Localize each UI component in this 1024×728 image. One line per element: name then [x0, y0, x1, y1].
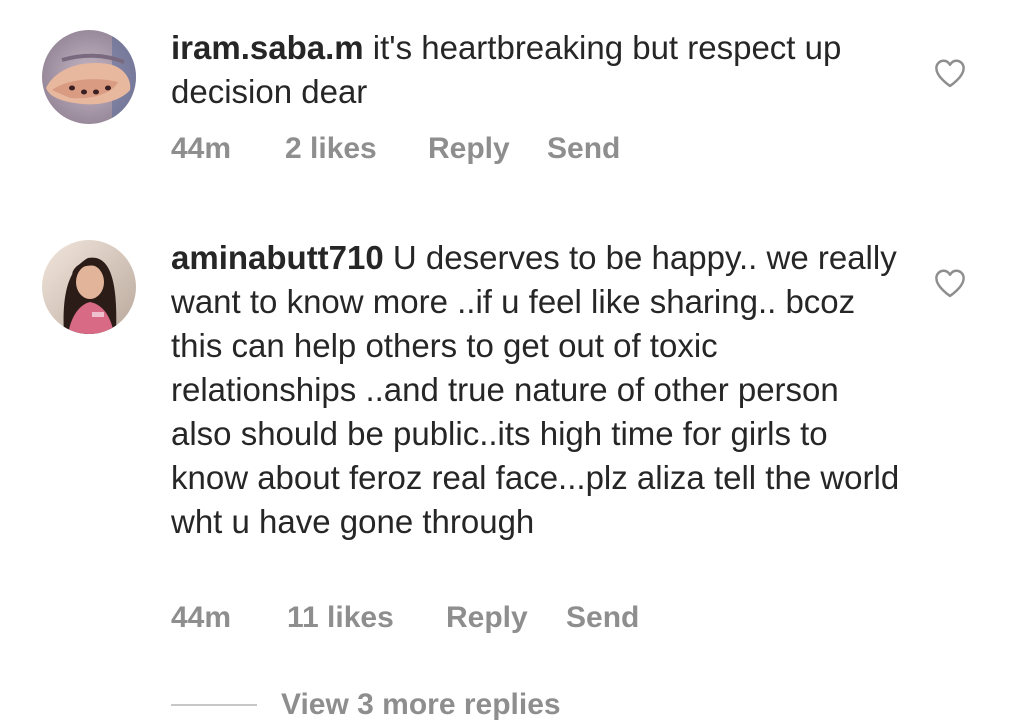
- comment-username[interactable]: iram.saba.m: [171, 29, 364, 66]
- comment-meta: 44m 2 likes Reply Send: [171, 132, 620, 166]
- avatar[interactable]: [42, 240, 136, 334]
- send-button[interactable]: Send: [547, 132, 620, 166]
- comment-likes[interactable]: 11 likes: [287, 601, 446, 635]
- woman-photo-avatar: [42, 240, 136, 334]
- replies-divider-line: [171, 704, 257, 706]
- reply-button[interactable]: Reply: [446, 601, 566, 635]
- hands-photo-avatar: [42, 30, 136, 124]
- comment-time: 44m: [171, 132, 232, 165]
- comment-text: iram.saba.m it's heartbreaking but respe…: [171, 26, 901, 114]
- comment-time: 44m: [171, 601, 232, 634]
- reply-button[interactable]: Reply: [428, 132, 547, 166]
- heart-outline-icon[interactable]: [933, 58, 967, 88]
- comment-meta: 44m 11 likes Reply Send: [171, 601, 639, 635]
- comment-text: aminabutt710 U deserves to be happy.. we…: [171, 236, 901, 544]
- comment-username[interactable]: aminabutt710: [171, 239, 384, 276]
- comment-likes[interactable]: 2 likes: [285, 132, 428, 166]
- heart-outline-icon[interactable]: [933, 268, 967, 298]
- avatar[interactable]: [42, 30, 136, 124]
- send-button[interactable]: Send: [566, 601, 639, 635]
- view-more-replies-label[interactable]: View 3 more replies: [281, 688, 561, 722]
- view-more-replies[interactable]: View 3 more replies: [171, 684, 561, 726]
- comment-body: U deserves to be happy.. we really want …: [171, 239, 900, 540]
